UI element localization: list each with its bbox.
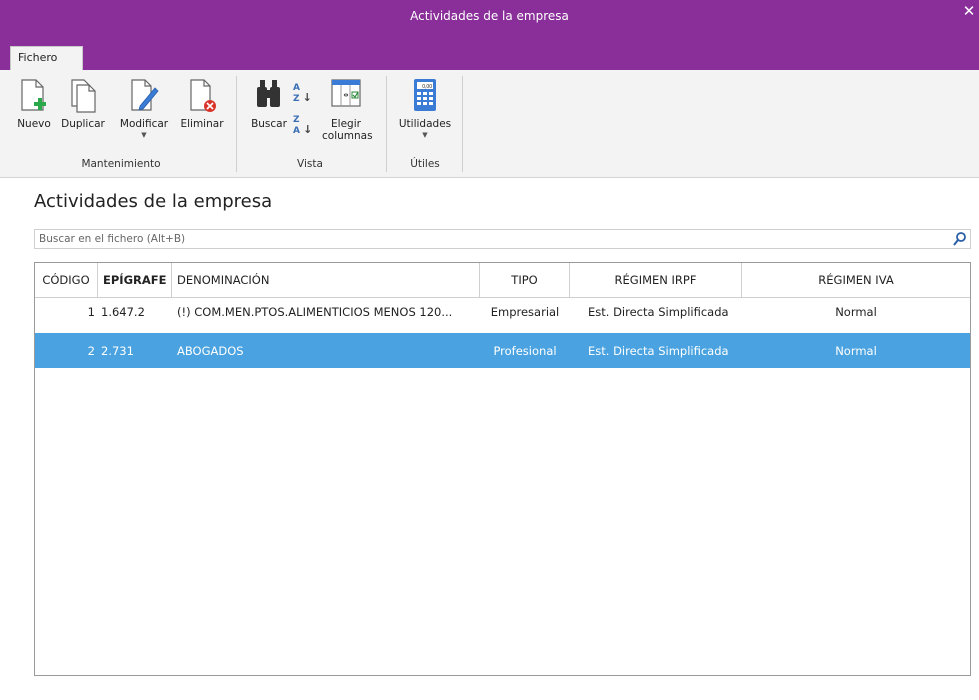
group-utiles: Útiles (410, 158, 440, 170)
modificar-label: Modificar (119, 118, 169, 130)
duplicate-icon (71, 79, 96, 113)
table-row-selected[interactable]: 2 2.731 ABOGADOS Profesional Est. Direct… (35, 333, 970, 368)
search-box (34, 229, 971, 249)
cell-epigrafe: 2.731 (101, 343, 134, 358)
cell-regimen-iva: Normal (835, 305, 877, 319)
cell-denominacion: (!) COM.MEN.PTOS.ALIMENTICIOS MENOS 120.… (177, 305, 453, 319)
column-header-codigo[interactable]: CÓDIGO (35, 263, 98, 297)
modificar-button[interactable]: Modificar ▼ (114, 76, 174, 139)
eliminar-button[interactable]: Eliminar (178, 76, 226, 130)
search-input[interactable] (35, 230, 933, 248)
new-document-icon (21, 79, 46, 111)
table-header: CÓDIGO EPÍGRAFE DENOMINACIÓN TIPO RÉGIME… (35, 263, 970, 298)
column-header-tipo[interactable]: TIPO (480, 263, 570, 297)
title-bar: Actividades de la empresa ✕ (0, 0, 979, 46)
ribbon-separator (462, 76, 463, 172)
cell-codigo: 2 (87, 343, 95, 358)
calculator-icon: 0,00 (414, 79, 436, 111)
utilidades-label: Utilidades (398, 118, 452, 130)
cell-tipo: Empresarial (490, 305, 560, 319)
duplicar-label: Duplicar (61, 118, 105, 130)
duplicar-button[interactable]: Duplicar (58, 76, 108, 130)
cell-regimen-irpf: Est. Directa Simplificada (588, 305, 729, 319)
page-title: Actividades de la empresa (34, 191, 273, 212)
binoculars-icon (257, 80, 280, 107)
table-row[interactable]: 1 1.647.2 (!) COM.MEN.PTOS.ALIMENTICIOS … (35, 297, 970, 327)
column-header-denominacion[interactable]: DENOMINACIÓN (172, 263, 480, 297)
nuevo-label: Nuevo (17, 118, 51, 130)
eliminar-label: Eliminar (180, 118, 224, 130)
cell-tipo: Profesional (493, 343, 557, 358)
activities-table: CÓDIGO EPÍGRAFE DENOMINACIÓN TIPO RÉGIME… (34, 262, 971, 676)
ribbon-separator (236, 76, 237, 172)
column-header-epigrafe[interactable]: EPÍGRAFE (98, 263, 172, 297)
nuevo-button[interactable]: Nuevo (15, 76, 53, 130)
group-mantenimiento: Mantenimiento (81, 158, 161, 170)
cell-epigrafe: 1.647.2 (101, 305, 145, 319)
cell-regimen-iva: Normal (835, 343, 877, 358)
elegir-columnas-button[interactable]: Elegir columnas (322, 76, 373, 142)
window-title: Actividades de la empresa (410, 9, 569, 23)
sort-ascending-icon[interactable]: AZ ↓ (293, 84, 312, 104)
elegir-label: Elegir (331, 118, 361, 130)
calculator-display: 0,00 (422, 84, 432, 90)
cell-regimen-irpf: Est. Directa Simplificada (588, 343, 729, 358)
search-icon[interactable] (952, 231, 968, 247)
buscar-button[interactable]: Buscar (248, 76, 290, 130)
cell-codigo: 1 (87, 305, 95, 319)
close-icon[interactable]: ✕ (962, 4, 976, 19)
ribbon-tab-strip (0, 46, 979, 70)
cell-denominacion: ABOGADOS (177, 343, 244, 358)
column-header-regimen-iva[interactable]: RÉGIMEN IVA (742, 263, 970, 297)
sort-descending-icon[interactable]: ZA ↓ (293, 116, 312, 136)
group-vista: Vista (297, 158, 323, 170)
column-header-regimen-irpf[interactable]: RÉGIMEN IRPF (570, 263, 742, 297)
utilidades-button[interactable]: 0,00 Utilidades ▼ (394, 76, 456, 139)
delete-document-icon (190, 79, 216, 112)
utilidades-dropdown-icon: ▼ (422, 131, 428, 139)
ribbon: Nuevo Duplicar Modificar ▼ Eliminar Mant… (0, 70, 979, 178)
edit-document-icon (131, 79, 159, 111)
columnas-label: columnas (322, 130, 373, 142)
ribbon-separator (386, 76, 387, 172)
buscar-label: Buscar (251, 118, 287, 130)
choose-columns-icon (331, 79, 361, 107)
tab-fichero[interactable]: Fichero (10, 46, 83, 70)
modificar-dropdown-icon: ▼ (141, 131, 147, 139)
